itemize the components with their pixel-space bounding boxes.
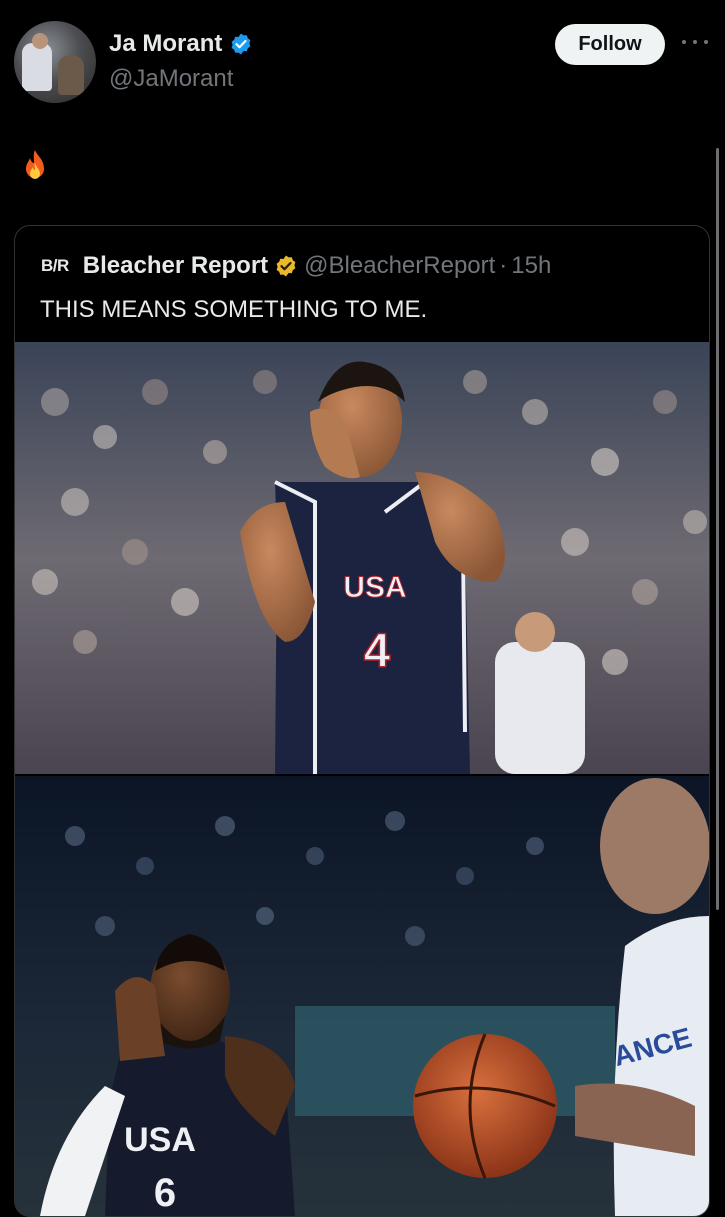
quoted-tweet-text: THIS MEANS SOMETHING TO ME. (40, 296, 428, 323)
verified-badge-icon (231, 33, 251, 55)
tweet: Ja Morant @JaMorant Follow B/R Bleacher … (0, 0, 725, 1217)
quoted-tweet-header: B/R Bleacher Report @BleacherReport · 15… (41, 252, 551, 280)
ellipsis-icon[interactable] (682, 40, 708, 48)
avatar-figure (22, 43, 52, 91)
follow-button[interactable]: Follow (555, 24, 665, 65)
avatar[interactable] (14, 21, 96, 103)
separator-dot: · (499, 252, 508, 279)
quoted-photo-1[interactable]: USA 4 (15, 342, 709, 774)
jersey-number-text-2: 6 (154, 1171, 176, 1215)
avatar-figure (58, 55, 84, 95)
quoted-timestamp[interactable]: 15h (511, 252, 551, 280)
scrollbar[interactable] (716, 148, 719, 910)
quoted-handle[interactable]: @BleacherReport (304, 252, 495, 280)
quoted-display-name[interactable]: Bleacher Report (83, 252, 268, 280)
gold-verified-badge-icon (276, 255, 296, 277)
author-handle[interactable]: @JaMorant (109, 65, 233, 93)
jersey-number-text: 4 (364, 625, 391, 678)
author-display-name[interactable]: Ja Morant (109, 30, 222, 58)
quoted-photo-2[interactable]: ANCE USA 6 (15, 776, 709, 1216)
author-name-row: Ja Morant (109, 30, 253, 58)
jersey-team-text: USA (343, 571, 406, 604)
fire-emoji-icon (26, 150, 44, 179)
quoted-tweet[interactable]: B/R Bleacher Report @BleacherReport · 15… (14, 225, 710, 1217)
jersey-team-text-2: USA (124, 1121, 196, 1159)
avatar-figure (32, 33, 48, 49)
bleacher-report-logo: B/R (41, 256, 69, 275)
